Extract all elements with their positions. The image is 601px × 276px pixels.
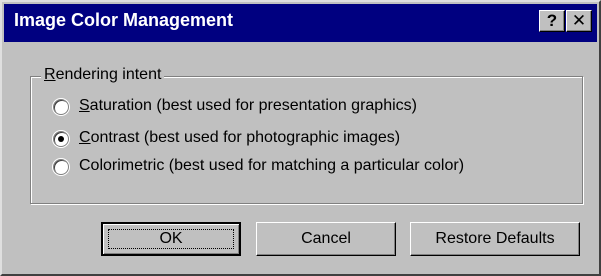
radio-label-contrast: Contrast (best used for photographic ima… bbox=[79, 129, 401, 146]
restore-defaults-button[interactable]: Restore Defaults bbox=[410, 222, 580, 256]
radio-label-saturation: Saturation (best used for presentation g… bbox=[79, 97, 417, 114]
dialog-window: Image Color Management ? ✕ Rendering int… bbox=[0, 0, 601, 276]
window-title: Image Color Management bbox=[14, 10, 234, 30]
group-label: Rendering intent bbox=[41, 66, 165, 84]
focus-rectangle bbox=[108, 229, 234, 249]
cancel-button[interactable]: Cancel bbox=[256, 222, 396, 256]
ok-button[interactable]: OK bbox=[101, 222, 241, 256]
radio-button-contrast[interactable] bbox=[53, 131, 69, 147]
help-button[interactable]: ? bbox=[539, 10, 565, 32]
radio-button-colorimetric[interactable] bbox=[53, 159, 69, 175]
radio-label-colorimetric: Colorimetric (best used for matching a p… bbox=[79, 157, 465, 174]
radio-button-saturation[interactable] bbox=[53, 99, 69, 115]
close-icon: ✕ bbox=[571, 11, 587, 30]
title-bar[interactable]: Image Color Management ? ✕ bbox=[4, 4, 597, 42]
rendering-intent-group: Rendering intent Saturation (best used f… bbox=[30, 66, 583, 204]
close-button[interactable]: ✕ bbox=[566, 10, 592, 32]
